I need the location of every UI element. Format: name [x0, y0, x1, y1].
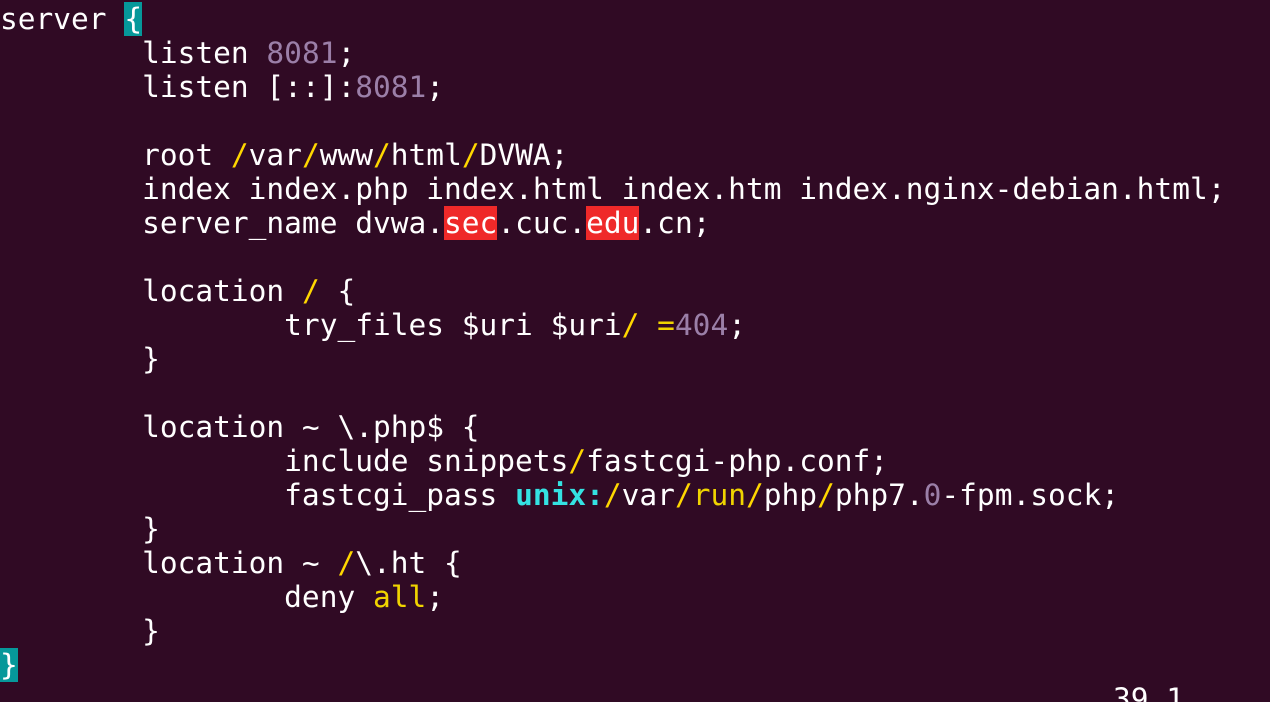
code-token: fastcgi-php.conf; [586, 444, 889, 478]
matched-brace: { [124, 2, 143, 36]
code-token: all [372, 580, 427, 614]
code-token: } [0, 512, 160, 546]
code-token: php [763, 478, 818, 512]
code-token: ; [728, 308, 746, 342]
terminal-window[interactable]: server { listen 8081; listen [::]:8081; … [0, 0, 1270, 702]
code-token: / [603, 478, 622, 512]
code-line: index index.php index.html index.htm ind… [0, 172, 1225, 206]
code-line: listen [::]:8081; [0, 70, 1225, 104]
code-token: deny [0, 580, 373, 614]
code-token: { [319, 274, 356, 308]
code-token: var [248, 138, 302, 172]
code-token: server_name dvwa. [0, 206, 445, 240]
code-line: } [0, 342, 1225, 376]
code-token: include snippets [0, 444, 569, 478]
matched-brace: } [0, 648, 18, 682]
search-match: sec [444, 206, 498, 240]
code-token: run [692, 478, 746, 512]
code-token: root [0, 138, 231, 172]
code-token: DVWA; [479, 138, 569, 172]
code-token: / [301, 274, 320, 308]
code-token: / [461, 138, 480, 172]
code-line: root /var/www/html/DVWA; [0, 138, 1225, 172]
code-line: try_files $uri $uri/ =404; [0, 308, 1225, 342]
code-token: / [746, 478, 764, 512]
code-token: / [568, 444, 587, 478]
code-line: listen 8081; [0, 36, 1225, 70]
code-token: ; [426, 580, 445, 614]
code-token: .cn; [639, 206, 711, 240]
code-token: / [373, 138, 391, 172]
code-token: \.ht { [355, 546, 462, 580]
code-token: php7. [834, 478, 924, 512]
code-token: 0 [923, 478, 942, 512]
code-token: } [0, 342, 160, 376]
code-token: 8081 [266, 36, 338, 70]
code-token: 404 [674, 308, 729, 342]
code-token: 8081 [355, 70, 427, 104]
code-line: server { [0, 2, 1225, 36]
code-token: try_files $uri $uri [0, 308, 622, 342]
code-token: location ~ [0, 546, 338, 580]
code-line: } [0, 614, 1225, 648]
code-line: location / { [0, 274, 1225, 308]
code-line: deny all; [0, 580, 1225, 614]
code-token: / [301, 138, 320, 172]
code-token: listen [::]: [0, 70, 356, 104]
code-token: html [390, 138, 462, 172]
code-token: location ~ \.php$ { [0, 410, 480, 444]
code-token: / [337, 546, 356, 580]
code-line: fastcgi_pass unix:/var/run/php/php7.0-fp… [0, 478, 1225, 512]
code-token: var [621, 478, 675, 512]
code-token: / [674, 478, 693, 512]
code-token: www [319, 138, 374, 172]
code-token: location [0, 274, 302, 308]
code-token: -fpm.sock; [941, 478, 1120, 512]
vim-editor-buffer[interactable]: server { listen 8081; listen [::]:8081; … [0, 2, 1225, 682]
code-token: / [817, 478, 835, 512]
code-token: server [0, 2, 125, 36]
code-line: server_name dvwa.sec.cuc.edu.cn; [0, 206, 1225, 240]
code-token: / [621, 308, 640, 342]
code-token: listen [0, 36, 267, 70]
code-token: / [230, 138, 249, 172]
code-token: = [657, 308, 675, 342]
code-token: ; [426, 70, 445, 104]
code-token: fastcgi_pass [0, 478, 516, 512]
code-token: unix: [515, 478, 604, 512]
code-token: ; [337, 36, 356, 70]
code-line: include snippets/fastcgi-php.conf; [0, 444, 1225, 478]
code-token: .cuc. [497, 206, 587, 240]
code-token: } [0, 614, 160, 648]
code-line: } [0, 512, 1225, 546]
code-line: } [0, 648, 1225, 682]
code-token: index index.php index.html index.htm ind… [0, 172, 1226, 206]
cursor-position-indicator: 39,1 [1113, 682, 1185, 702]
code-line: location ~ /\.ht { [0, 546, 1225, 580]
search-match: edu [586, 206, 640, 240]
code-line: location ~ \.php$ { [0, 410, 1225, 444]
